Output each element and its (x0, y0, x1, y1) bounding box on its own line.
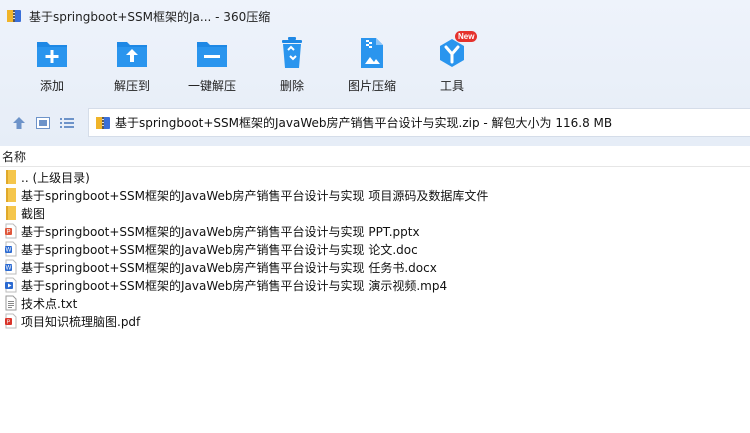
one-click-extract-button[interactable]: 一键解压 (172, 36, 252, 98)
column-header-name-label: 名称 (2, 149, 27, 164)
delete-label: 删除 (279, 79, 304, 93)
path-field[interactable]: 基于springboot+SSM框架的JavaWeb房产销售平台设计与实现.zi… (88, 108, 750, 137)
add-label: 添加 (39, 79, 64, 93)
window-title: 基于springboot+SSM框架的Ja... - 360压缩 (29, 9, 271, 24)
file-row[interactable]: P 项目知识梳理脑图.pdf (0, 312, 750, 330)
path-bar: 基于springboot+SSM框架的JavaWeb房产销售平台设计与实现.zi… (0, 108, 750, 138)
video-file-icon (3, 277, 19, 293)
file-row[interactable]: P 基于springboot+SSM框架的JavaWeb房产销售平台设计与实现 … (0, 222, 750, 240)
add-icon (35, 36, 69, 70)
one-click-extract-label: 一键解压 (187, 79, 236, 93)
svg-text:W: W (6, 266, 12, 272)
one-click-extract-icon (195, 36, 229, 70)
thumbnail-view-button[interactable] (34, 114, 52, 132)
file-name: 项目知识梳理脑图.pdf (21, 314, 141, 329)
file-row[interactable]: 基于springboot+SSM框架的JavaWeb房产销售平台设计与实现 项目… (0, 186, 750, 204)
pdf-file-icon: P (3, 313, 19, 329)
toolbar: 添加 解压到 一键解压 删除 图片压缩 New 工具 (0, 31, 750, 98)
extract-to-icon (115, 36, 149, 70)
svg-text:P: P (6, 230, 10, 236)
file-row[interactable]: 技术点.txt (0, 294, 750, 312)
window-chrome: 基于springboot+SSM框架的Ja... - 360压缩 添加 解压到 … (0, 0, 750, 146)
pptx-file-icon: P (3, 223, 19, 239)
file-name: 基于springboot+SSM框架的JavaWeb房产销售平台设计与实现 任务… (21, 260, 437, 275)
svg-text:P: P (7, 320, 11, 326)
file-row[interactable]: W 基于springboot+SSM框架的JavaWeb房产销售平台设计与实现 … (0, 240, 750, 258)
txt-file-icon (3, 295, 19, 311)
image-compress-button[interactable]: 图片压缩 (332, 36, 412, 98)
doc-file-icon: W (3, 241, 19, 257)
file-list: .. (上级目录) 基于springboot+SSM框架的JavaWeb房产销售… (0, 168, 750, 330)
folder-icon (3, 187, 19, 203)
folder-icon (3, 169, 19, 185)
delete-button[interactable]: 删除 (252, 36, 332, 98)
extract-to-label: 解压到 (113, 79, 150, 93)
file-row[interactable]: 截图 (0, 204, 750, 222)
list-view-button[interactable] (58, 114, 76, 132)
image-compress-icon (355, 36, 389, 70)
list-view-icon (60, 118, 74, 128)
svg-text:W: W (6, 248, 12, 254)
column-header-name[interactable]: 名称 (0, 146, 750, 167)
docx-file-icon: W (3, 259, 19, 275)
file-row[interactable]: 基于springboot+SSM框架的JavaWeb房产销售平台设计与实现 演示… (0, 276, 750, 294)
file-name: 技术点.txt (21, 296, 78, 311)
file-row-parent-dir[interactable]: .. (上级目录) (0, 168, 750, 186)
tools-label: 工具 (439, 79, 464, 93)
folder-icon (3, 205, 19, 221)
file-name: 基于springboot+SSM框架的JavaWeb房产销售平台设计与实现 PP… (21, 224, 420, 239)
arrow-up-icon (13, 117, 25, 129)
zip-file-icon (95, 115, 111, 131)
image-compress-label: 图片压缩 (347, 79, 396, 93)
new-badge: New (455, 31, 478, 42)
extract-to-button[interactable]: 解压到 (92, 36, 172, 98)
thumbnail-view-icon (36, 117, 50, 129)
add-button[interactable]: 添加 (12, 36, 92, 98)
file-name: 基于springboot+SSM框架的JavaWeb房产销售平台设计与实现 演示… (21, 278, 448, 293)
archive-path-text: 基于springboot+SSM框架的JavaWeb房产销售平台设计与实现.zi… (115, 116, 613, 130)
title-bar: 基于springboot+SSM框架的Ja... - 360压缩 (0, 0, 750, 32)
trash-icon (275, 36, 309, 70)
archive-app-icon (6, 7, 24, 25)
file-name: 截图 (21, 206, 46, 221)
tools-icon: New (435, 31, 478, 70)
up-level-button[interactable] (10, 114, 28, 132)
tools-button[interactable]: New 工具 (412, 31, 492, 98)
file-row[interactable]: W 基于springboot+SSM框架的JavaWeb房产销售平台设计与实现 … (0, 258, 750, 276)
file-name: .. (上级目录) (21, 170, 90, 185)
file-name: 基于springboot+SSM框架的JavaWeb房产销售平台设计与实现 项目… (21, 188, 489, 203)
file-name: 基于springboot+SSM框架的JavaWeb房产销售平台设计与实现 论文… (21, 242, 418, 257)
